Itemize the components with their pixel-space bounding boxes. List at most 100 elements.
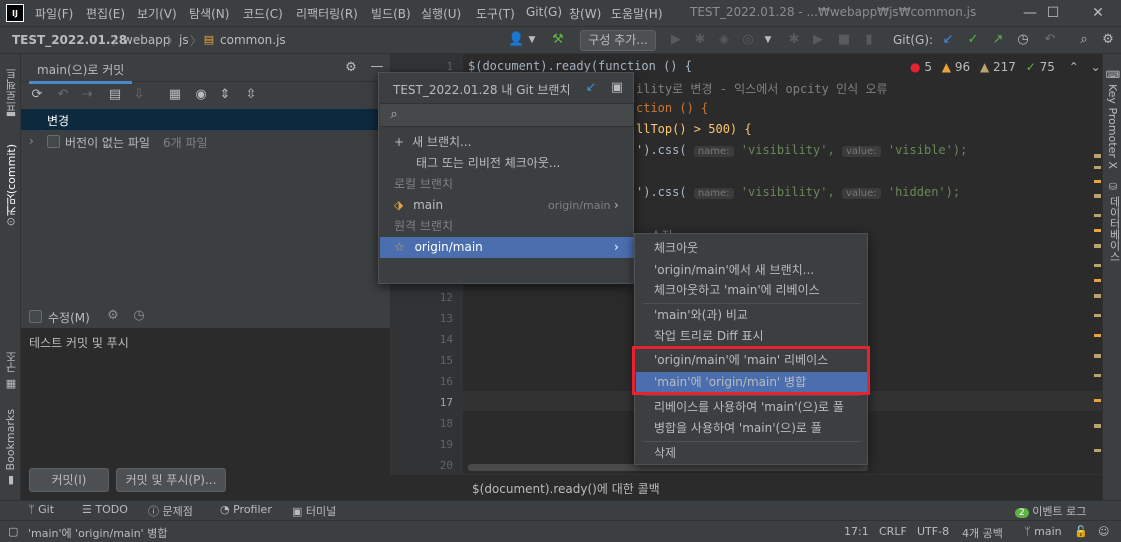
- user-icon[interactable]: 👤: [508, 32, 524, 48]
- commit-button[interactable]: 커밋(I): [29, 468, 109, 492]
- settings-gear-icon[interactable]: ⚙: [105, 308, 121, 324]
- coverage-icon[interactable]: ◈: [716, 32, 732, 48]
- search-icon[interactable]: ⌕: [1076, 32, 1092, 48]
- error-stripe[interactable]: [1092, 54, 1102, 474]
- move-changes-icon[interactable]: ⇢: [79, 87, 95, 103]
- menu-edit[interactable]: 편집(E): [86, 5, 125, 22]
- git-rollback-icon[interactable]: ↶: [1042, 32, 1058, 48]
- group-by-icon[interactable]: ▦: [167, 87, 183, 103]
- menu-window[interactable]: 창(W): [569, 5, 601, 22]
- file-encoding[interactable]: UTF-8: [917, 525, 949, 538]
- build-hammer-icon[interactable]: ⚒: [550, 32, 566, 48]
- status-panel-icon[interactable]: ▢: [8, 525, 18, 538]
- lock-icon[interactable]: 🔓: [1074, 525, 1088, 538]
- fetch-icon[interactable]: ↙: [583, 80, 599, 96]
- menu-item-checkout-rebase[interactable]: 체크아웃하고 'main'에 리베이스: [636, 280, 868, 301]
- rollback-icon[interactable]: ↶: [55, 87, 71, 103]
- commit-tab[interactable]: main(으)로 커밋: [29, 58, 133, 84]
- menu-item-pull-rebase[interactable]: 리베이스를 사용하여 'main'(으)로 풀: [636, 397, 868, 418]
- breadcrumb-webapp[interactable]: webapp: [123, 33, 170, 47]
- eye-icon[interactable]: ◉: [193, 87, 209, 103]
- tool-window-structure[interactable]: 구조: [4, 351, 20, 373]
- breadcrumb-js[interactable]: js: [179, 33, 189, 47]
- amend-label[interactable]: 수정(M): [48, 309, 90, 326]
- menu-item-checkout[interactable]: 체크아웃: [636, 238, 868, 259]
- editor-breadcrumb[interactable]: $(document).ready()에 대한 콜백: [472, 480, 660, 497]
- git-commit-icon[interactable]: ✓: [965, 32, 981, 48]
- close-button[interactable]: ✕: [1078, 2, 1118, 24]
- menu-build[interactable]: 빌드(B): [371, 5, 411, 22]
- tab-terminal[interactable]: ▣ 터미널: [292, 503, 336, 519]
- inspection-widget[interactable]: ● 5 ▲ 96 ▲ 217 ✓ 75 ⌃ ⌄: [910, 60, 1101, 74]
- settings-panel-icon[interactable]: ▣: [609, 80, 625, 96]
- indent-setting[interactable]: 4개 공백: [962, 525, 1003, 541]
- menu-item-pull-merge[interactable]: 병합을 사용하여 'main'(으)로 풀: [636, 418, 868, 439]
- remote-branch-origin-main[interactable]: ☆ origin/main ›: [380, 237, 634, 258]
- tab-profiler[interactable]: ◔ Profiler: [220, 503, 272, 516]
- git-push-icon[interactable]: ↗: [990, 32, 1006, 48]
- shelve-icon[interactable]: ⇩: [131, 87, 147, 103]
- tab-todo[interactable]: ☰ TODO: [82, 503, 128, 516]
- menu-code[interactable]: 코드(C): [243, 5, 283, 22]
- settings-gear-icon[interactable]: ⚙: [343, 60, 359, 76]
- tab-git[interactable]: ᛘ Git: [28, 503, 54, 516]
- tab-problems[interactable]: ⓘ 문제점: [148, 503, 193, 519]
- commit-and-push-button[interactable]: 커밋 및 푸시(P)...: [116, 468, 226, 492]
- amend-checkbox[interactable]: [29, 310, 42, 323]
- horizontal-scrollbar[interactable]: [468, 464, 868, 471]
- branch-search-field[interactable]: ⌕: [380, 103, 634, 127]
- menu-run[interactable]: 실행(U): [421, 5, 461, 22]
- pause-icon[interactable]: ▮: [861, 32, 877, 48]
- maximize-button[interactable]: ☐: [1033, 2, 1073, 24]
- diff-icon[interactable]: ▤: [107, 87, 123, 103]
- commit-message-input[interactable]: 테스트 커밋 및 푸시: [29, 334, 129, 351]
- tool-window-project[interactable]: 프로젝트: [4, 68, 20, 112]
- menu-navigate[interactable]: 탐색(N): [189, 5, 229, 22]
- menu-refactor[interactable]: 리팩터링(R): [296, 5, 358, 22]
- git-update-icon[interactable]: ↙: [940, 32, 956, 48]
- settings-gear-icon[interactable]: ⚙: [1100, 32, 1116, 48]
- menu-item-delete[interactable]: 삭제: [636, 443, 868, 464]
- menu-item-compare[interactable]: 'main'와(과) 비교: [636, 305, 868, 326]
- chevron-up-icon[interactable]: ⌃: [1069, 60, 1079, 74]
- stop-icon[interactable]: ■: [836, 32, 852, 48]
- notifications-icon[interactable]: ☺: [1098, 525, 1109, 538]
- checkout-tag-item[interactable]: 태그 또는 리비전 체크아웃...: [380, 153, 634, 174]
- tool-window-bookmarks[interactable]: Bookmarks: [4, 409, 17, 470]
- menu-item-new-branch-from[interactable]: 'origin/main'에서 새 브랜치...: [636, 260, 868, 281]
- menu-file[interactable]: 파일(F): [35, 5, 73, 22]
- menu-git[interactable]: Git(G): [526, 5, 562, 19]
- add-configuration-button[interactable]: 구성 추가...: [580, 30, 656, 51]
- refresh-icon[interactable]: ⟳: [29, 87, 45, 103]
- expand-all-icon[interactable]: ⇕: [217, 87, 233, 103]
- breadcrumb-file[interactable]: common.js: [220, 33, 286, 47]
- collapse-all-icon[interactable]: ⇳: [243, 87, 259, 103]
- caret-position[interactable]: 17:1: [844, 525, 869, 538]
- attach-debugger-icon[interactable]: ✱: [786, 32, 802, 48]
- menu-help[interactable]: 도움말(H): [611, 5, 663, 22]
- local-branch-main[interactable]: ⬗ main origin/main ›: [380, 195, 634, 216]
- unversioned-files-node[interactable]: › 버전이 없는 파일 6개 파일: [21, 131, 390, 152]
- git-history-icon[interactable]: ◷: [1015, 32, 1031, 48]
- git-branch-widget[interactable]: ᛘ main: [1024, 525, 1062, 538]
- tool-window-key-promoter[interactable]: Key Promoter X: [1106, 84, 1119, 169]
- chevron-right-icon[interactable]: ›: [29, 134, 34, 148]
- tool-window-commit[interactable]: 커밋(commit): [4, 144, 20, 216]
- line-separator[interactable]: CRLF: [879, 525, 907, 538]
- unversioned-checkbox[interactable]: [47, 135, 60, 148]
- run-icon[interactable]: ▶: [668, 32, 684, 48]
- new-branch-item[interactable]: + 새 브랜치...: [380, 132, 634, 153]
- debug-icon[interactable]: ✱: [692, 32, 708, 48]
- menu-view[interactable]: 보기(V): [137, 5, 177, 22]
- changes-node[interactable]: 변경: [21, 109, 390, 130]
- menu-tools[interactable]: 도구(T): [476, 5, 515, 22]
- breadcrumb-project[interactable]: TEST_2022.01.28: [12, 33, 127, 47]
- tab-event-log[interactable]: 2 이벤트 로그: [1015, 503, 1086, 519]
- chevron-down-icon[interactable]: ▼: [524, 32, 540, 48]
- resume-icon[interactable]: ▶: [810, 32, 826, 48]
- chevron-down-icon[interactable]: ▼: [760, 32, 776, 48]
- menu-item-diff-working-tree[interactable]: 작업 트리로 Diff 표시: [636, 326, 868, 347]
- history-clock-icon[interactable]: ◷: [131, 308, 147, 324]
- profile-icon[interactable]: ◎: [740, 32, 756, 48]
- tool-window-database[interactable]: 데이터베이스: [1106, 196, 1121, 262]
